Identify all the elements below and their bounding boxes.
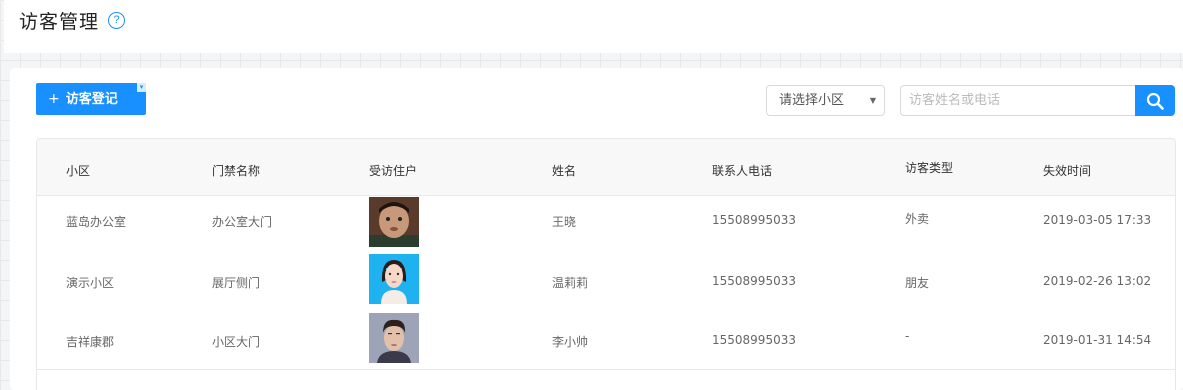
table-row[interactable]: 吉祥康郡 小区大门 李小帅 15508995033 - 2019-01-31 1… (37, 310, 1175, 370)
column-header-gate: 门禁名称 (212, 164, 261, 178)
column-header-host: 受访住户 (369, 164, 418, 178)
cell-phone: 15508995033 (712, 274, 796, 288)
host-avatar (369, 254, 419, 304)
help-icon[interactable]: ? (108, 12, 125, 29)
cell-name: 王晓 (552, 215, 577, 229)
page-title: 访客管理 (19, 11, 100, 33)
cell-gate: 展厅侧门 (212, 276, 261, 290)
community-select-value: 请选择小区 (779, 93, 845, 108)
cell-gate: 小区大门 (212, 335, 261, 349)
add-visitor-label: 访客登记 (65, 92, 118, 107)
cell-expires: 2019-03-05 17:33 (1043, 213, 1152, 227)
table-row[interactable]: 演示小区 展厅侧门 温莉莉 15508995033 朋友 2019-02-26 … (37, 251, 1175, 311)
cell-community: 蓝岛办公室 (66, 215, 127, 229)
column-header-name: 姓名 (552, 164, 577, 178)
cell-community: 吉祥康郡 (66, 335, 115, 349)
search-input[interactable]: 访客姓名或电话 (900, 85, 1136, 116)
add-visitor-button[interactable]: + 访客登记 ▾ (36, 83, 146, 115)
search-button[interactable] (1135, 85, 1175, 116)
cell-phone: 15508995033 (712, 213, 796, 227)
cell-gate: 办公室大门 (212, 215, 273, 229)
search-placeholder: 访客姓名或电话 (909, 93, 1001, 108)
host-avatar (369, 313, 419, 363)
table-header: 小区 门禁名称 受访住户 姓名 联系人电话 访客类型 失效时间 (37, 139, 1175, 196)
cell-type: 朋友 (905, 276, 930, 290)
corner-badge-icon: ▾ (137, 83, 146, 92)
content-card: + 访客登记 ▾ 请选择小区 ▼ 访客姓名或电话 小区 门禁名称 受访住户 姓名 … (10, 68, 1183, 390)
cell-type: 外卖 (905, 212, 930, 226)
column-header-expires: 失效时间 (1043, 164, 1092, 178)
cell-expires: 2019-01-31 14:54 (1043, 333, 1152, 347)
cell-type: - (905, 329, 910, 343)
column-header-type: 访客类型 (905, 161, 954, 175)
host-avatar (369, 197, 419, 247)
cell-name: 李小帅 (552, 335, 589, 349)
column-header-phone: 联系人电话 (712, 164, 773, 178)
visitor-table: 小区 门禁名称 受访住户 姓名 联系人电话 访客类型 失效时间 蓝岛办公室 办公… (36, 138, 1176, 390)
cell-phone: 15508995033 (712, 333, 796, 347)
cell-community: 演示小区 (66, 276, 115, 290)
table-row[interactable]: 蓝岛办公室 办公室大门 王晓 15508995033 外卖 2019-03-05… (37, 196, 1175, 256)
search-icon (1146, 92, 1164, 110)
page-header: 访客管理 ? (4, 0, 1183, 53)
plus-icon: + (48, 91, 60, 107)
dropdown-arrow-icon: ▼ (869, 96, 876, 105)
cell-expires: 2019-02-26 13:02 (1043, 274, 1152, 288)
cell-name: 温莉莉 (552, 276, 589, 290)
community-select[interactable]: 请选择小区 ▼ (766, 85, 885, 116)
column-header-community: 小区 (66, 164, 91, 178)
